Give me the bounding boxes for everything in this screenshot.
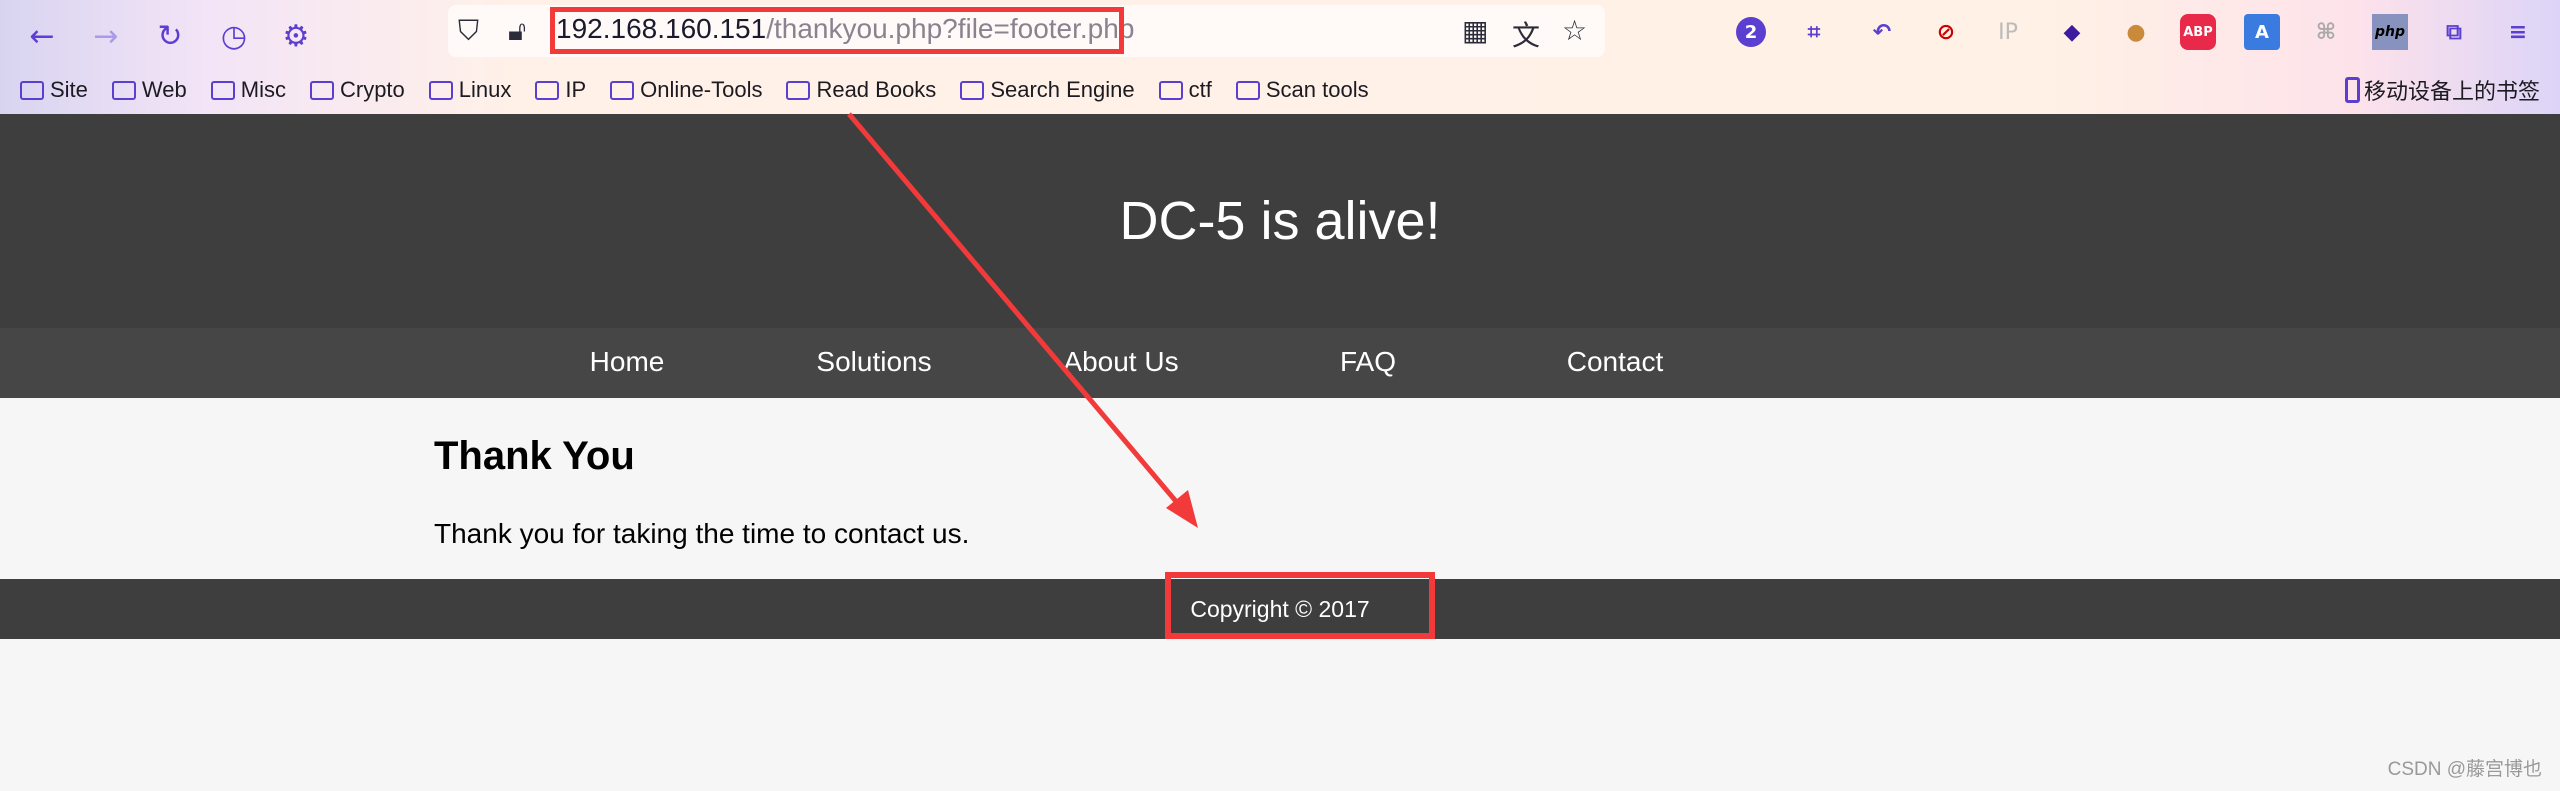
thank-you-message: Thank you for taking the time to contact… <box>434 518 970 549</box>
site-nav: Home Solutions About Us FAQ Contact <box>0 328 2560 398</box>
nav-solutions[interactable]: Solutions <box>816 346 931 378</box>
mobile-bookmarks[interactable]: 移动设备上的书签 <box>2344 74 2540 106</box>
translate-icon[interactable]: 文 <box>1512 14 1540 54</box>
url-highlight-box <box>550 7 1124 54</box>
folder-icon <box>20 80 44 100</box>
bookmark-folder[interactable]: Crypto <box>309 74 405 106</box>
page-heading: Thank You <box>434 434 635 478</box>
forward-icon[interactable]: → <box>84 14 128 58</box>
adblock-icon[interactable]: ABP <box>2180 14 2216 50</box>
bookmark-star-icon[interactable]: ☆ <box>1562 14 1587 47</box>
folder-icon <box>309 80 334 100</box>
bookmark-label: IP <box>565 77 587 102</box>
extensions-puzzle-icon[interactable]: ⧉ <box>2436 14 2472 50</box>
folder-icon <box>210 80 235 100</box>
folder-icon <box>111 80 136 100</box>
watermark: CSDN @藤宫博也 <box>2387 759 2542 780</box>
abp-label: ABP <box>2183 24 2213 40</box>
footer-highlight-box <box>1165 572 1435 639</box>
menu-icon[interactable]: ≡ <box>2500 14 2536 50</box>
bookmark-label: Linux <box>458 77 512 102</box>
qr-code-icon[interactable]: ▦ <box>1462 14 1488 47</box>
site-header: DC-5 is alive! <box>0 114 2560 328</box>
folder-icon <box>610 80 635 100</box>
undo-icon[interactable]: ↶ <box>1864 14 1900 50</box>
bookmark-folder[interactable]: Online-Tools <box>610 74 762 106</box>
folder-icon <box>535 80 560 100</box>
bookmark-folder[interactable]: Linux <box>428 74 512 106</box>
bookmark-folder[interactable]: Scan tools <box>1235 74 1369 106</box>
bookmark-label: Site <box>50 77 88 102</box>
phone-icon <box>2344 77 2360 103</box>
bookmark-folder[interactable]: Misc <box>210 74 286 106</box>
bookmark-folder[interactable]: Search Engine <box>960 74 1135 106</box>
ip-label: IP <box>1998 19 2018 45</box>
php-extension-icon[interactable]: php <box>2372 14 2408 50</box>
nav-about-us[interactable]: About Us <box>1063 346 1178 378</box>
site-title: DC-5 is alive! <box>1119 191 1441 251</box>
folder-icon <box>1158 80 1183 100</box>
back-icon[interactable]: ← <box>20 14 64 58</box>
ip-extension-icon[interactable]: IP <box>1990 14 2026 50</box>
bookmark-label: Crypto <box>339 77 405 102</box>
bookmark-folder[interactable]: Site <box>20 74 88 106</box>
browser-chrome: ← → ↻ ◷ ⚙ ⛉ 🔓︎ 192.168.160.151/thankyou.… <box>0 0 2560 114</box>
bookmark-label: Scan tools <box>1265 77 1369 102</box>
layers-extension-icon[interactable]: ◆ <box>2054 14 2090 50</box>
bookmark-folder[interactable]: ctf <box>1158 74 1212 106</box>
bookmark-label: Read Books <box>816 77 937 102</box>
gray-extension-icon[interactable]: ⌘ <box>2308 14 2344 50</box>
badge-count: 2 <box>1744 21 1758 43</box>
extension-badge-icon[interactable]: 2 <box>1736 17 1766 47</box>
bookmark-label: ctf <box>1188 77 1212 102</box>
folder-icon <box>960 80 985 100</box>
bookmark-label: Online-Tools <box>640 77 763 102</box>
history-icon[interactable]: ◷ <box>212 14 256 58</box>
bookmark-folder[interactable]: Web <box>111 74 187 106</box>
bookmark-label: Web <box>141 77 187 102</box>
php-label: php <box>2374 24 2405 40</box>
nav-contact[interactable]: Contact <box>1567 346 1664 378</box>
crop-icon[interactable]: ⌗ <box>1796 14 1832 50</box>
folder-icon <box>786 80 811 100</box>
insecure-lock-icon[interactable]: 🔓︎ <box>508 14 526 48</box>
bookmark-label: Search Engine <box>990 77 1135 102</box>
translate-extension-icon[interactable]: A <box>2244 14 2280 50</box>
bookmark-folder[interactable]: IP <box>535 74 586 106</box>
nav-faq[interactable]: FAQ <box>1340 346 1396 378</box>
folder-icon <box>428 80 453 100</box>
cookie-icon[interactable]: ● <box>2118 14 2154 50</box>
folder-icon <box>1235 80 1260 100</box>
shield-icon[interactable]: ⛉ <box>458 14 479 48</box>
bookmark-label: Misc <box>240 77 286 102</box>
nav-home[interactable]: Home <box>590 346 665 378</box>
settings-icon[interactable]: ⚙ <box>274 14 318 58</box>
blocked-extension-icon[interactable]: ⊘ <box>1928 14 1964 50</box>
bookmark-folder[interactable]: Read Books <box>786 74 936 106</box>
reload-icon[interactable]: ↻ <box>148 14 192 58</box>
mobile-bookmarks-label: 移动设备上的书签 <box>2363 79 2540 104</box>
bookmarks-bar: Site Web Misc Crypto Linux IP Online-Too… <box>20 74 1369 106</box>
